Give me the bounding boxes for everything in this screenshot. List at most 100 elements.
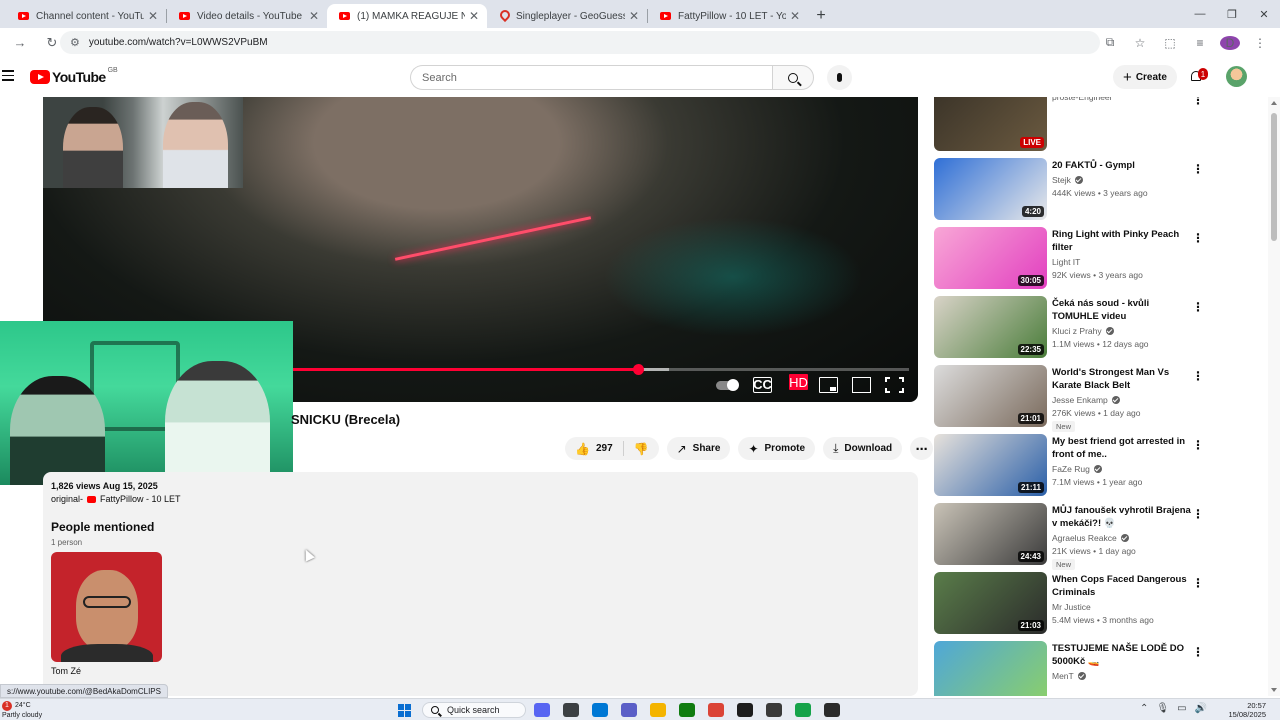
recommendation-title[interactable]: Ring Light with Pinky Peach filter: [1052, 228, 1194, 254]
recommendation-item[interactable]: 4:20 20 FAKTŮ - Gympl Stejk 444K views • 3 …: [934, 158, 1210, 227]
recommendation-title[interactable]: 20 FAKTŮ - Gympl: [1052, 159, 1194, 172]
media-control-icon[interactable]: ≡: [1190, 36, 1210, 50]
network-icon[interactable]: ▭: [1177, 703, 1186, 714]
video-thumbnail[interactable]: [934, 641, 1047, 696]
taskbar-app-icon[interactable]: [621, 703, 637, 717]
miniplayer-button[interactable]: [819, 377, 838, 393]
browser-tab[interactable]: Channel content - YouTube Stu ✕: [6, 4, 166, 28]
channel-name[interactable]: Agraelus Reakce: [1052, 533, 1194, 543]
taskbar-app-icon[interactable]: [824, 703, 840, 717]
scrubber-handle[interactable]: [632, 364, 644, 375]
channel-name[interactable]: FaZe Rug: [1052, 464, 1194, 474]
windows-start-icon[interactable]: [398, 704, 411, 717]
new-tab-button[interactable]: +: [808, 4, 834, 28]
more-options-icon[interactable]: ⋮: [1192, 231, 1204, 245]
recommendation-item[interactable]: 21:11 My best friend got arrested in fron…: [934, 434, 1210, 503]
search-button[interactable]: [772, 65, 814, 90]
taskbar-app-icon[interactable]: [795, 703, 811, 717]
taskbar-app-icon[interactable]: [679, 703, 695, 717]
profile-avatar[interactable]: D: [1220, 35, 1240, 50]
browser-menu-icon[interactable]: ⋮: [1250, 36, 1270, 50]
more-options-icon[interactable]: ⋮: [1192, 576, 1204, 590]
origin-channel-link[interactable]: FattyPillow - 10 LET: [100, 494, 181, 504]
clock[interactable]: 20:57 15/08/2025: [1222, 701, 1266, 719]
recommendation-item[interactable]: 22:35 Čeká nás soud - kvůli TOMUHLE videu…: [934, 296, 1210, 365]
share-button[interactable]: ↗ Share: [666, 437, 731, 460]
recommendation-title[interactable]: My best friend got arrested in front of …: [1052, 435, 1194, 461]
channel-name[interactable]: Stejk: [1052, 175, 1194, 185]
channel-name[interactable]: Mr Justice: [1052, 602, 1194, 612]
channel-name[interactable]: Kluci z Prahy: [1052, 326, 1194, 336]
more-options-icon[interactable]: ⋮: [1192, 162, 1204, 176]
taskbar-app-icon[interactable]: [534, 703, 550, 717]
cast-icon[interactable]: ⧉: [1100, 35, 1120, 50]
video-thumbnail[interactable]: 30:05: [934, 227, 1047, 289]
recommendation-item[interactable]: 30:05 Ring Light with Pinky Peach filter L…: [934, 227, 1210, 296]
browser-tab[interactable]: Video details - YouTube Studio ✕: [167, 4, 327, 28]
minimize-icon[interactable]: —: [1184, 0, 1216, 28]
weather-widget[interactable]: 1 24°C Partly cloudy: [2, 701, 42, 720]
recommendation-title[interactable]: TESTUJEME NAŠE LODĚ DO 5000Kč 🚤: [1052, 642, 1194, 668]
subtitles-button[interactable]: CC: [753, 377, 772, 393]
channel-name[interactable]: Light IT: [1052, 257, 1194, 267]
search-input[interactable]: Search: [410, 65, 772, 90]
fullscreen-button[interactable]: [885, 377, 904, 393]
recommendation-title[interactable]: Čeká nás soud - kvůli TOMUHLE videu: [1052, 297, 1194, 323]
taskbar-app-icon[interactable]: [708, 703, 724, 717]
taskbar-app-icon[interactable]: [650, 703, 666, 717]
video-thumbnail[interactable]: 21:01: [934, 365, 1047, 427]
person-photo[interactable]: [51, 552, 162, 662]
forward-icon[interactable]: →: [8, 35, 32, 50]
dislike-button[interactable]: 👎: [624, 437, 659, 460]
theater-mode-button[interactable]: [852, 377, 871, 393]
tab-close-icon[interactable]: ✕: [629, 9, 639, 23]
chevron-up-icon[interactable]: ⌃: [1140, 703, 1148, 714]
video-thumbnail[interactable]: 21:03: [934, 572, 1047, 634]
person-name[interactable]: Tom Zé: [51, 666, 81, 676]
extensions-icon[interactable]: ⬚: [1160, 36, 1180, 50]
close-window-icon[interactable]: ✕: [1248, 0, 1280, 28]
taskbar-app-icon[interactable]: [766, 703, 782, 717]
more-options-icon[interactable]: ⋮: [1192, 507, 1204, 521]
more-options-icon[interactable]: ⋮: [1192, 97, 1204, 107]
voice-search-button[interactable]: [827, 65, 852, 90]
recommendation-title[interactable]: MŮJ fanoušek vyhrotil Brajena v mekáči?!…: [1052, 504, 1194, 530]
recommendation-title[interactable]: When Cops Faced Dangerous Criminals: [1052, 573, 1194, 599]
volume-icon[interactable]: 🔊: [1195, 703, 1207, 714]
recommendation-item[interactable]: 24:43 MŮJ fanoušek vyhrotil Brajena v mek…: [934, 503, 1210, 572]
taskbar-app-icon[interactable]: [563, 703, 579, 717]
restore-icon[interactable]: ❐: [1216, 0, 1248, 28]
address-bar[interactable]: ⚙ youtube.com/watch?v=L0WWS2VPuBM: [60, 31, 1100, 54]
tab-close-icon[interactable]: ✕: [469, 9, 479, 23]
tab-close-icon[interactable]: ✕: [790, 9, 800, 23]
recommendation-item[interactable]: LIVE prosté-Engineer ⋮: [934, 97, 1210, 158]
video-thumbnail[interactable]: 4:20: [934, 158, 1047, 220]
autoplay-toggle[interactable]: [715, 377, 739, 393]
youtube-logo[interactable]: YouTube GB: [30, 67, 118, 85]
channel-name[interactable]: MenT: [1052, 671, 1194, 681]
menu-icon[interactable]: [2, 70, 14, 84]
account-avatar[interactable]: [1226, 66, 1247, 87]
recommendation-item[interactable]: 21:03 When Cops Faced Dangerous Criminals…: [934, 572, 1210, 641]
taskbar-app-icon[interactable]: [592, 703, 608, 717]
recommendation-title[interactable]: World's Strongest Man Vs Karate Black Be…: [1052, 366, 1194, 392]
promote-button[interactable]: ✦ Promote: [738, 437, 816, 460]
recommendation-item[interactable]: 21:01 World's Strongest Man Vs Karate Bla…: [934, 365, 1210, 434]
browser-tab[interactable]: FattyPillow - 10 LET - YouTube ✕: [648, 4, 808, 28]
page-scrollbar[interactable]: [1268, 97, 1280, 696]
channel-name[interactable]: Jesse Enkamp: [1052, 395, 1194, 405]
more-options-icon[interactable]: ⋮: [1192, 438, 1204, 452]
more-actions-icon[interactable]: ⋯: [910, 437, 934, 460]
video-thumbnail[interactable]: LIVE: [934, 97, 1047, 151]
microphone-tray-icon[interactable]: 🎙: [1156, 703, 1169, 714]
more-options-icon[interactable]: ⋮: [1192, 645, 1204, 659]
more-options-icon[interactable]: ⋮: [1192, 300, 1204, 314]
browser-tab[interactable]: Singleplayer - GeoGuessr ✕: [487, 4, 647, 28]
tab-close-icon[interactable]: ✕: [148, 9, 158, 23]
browser-tab[interactable]: (1) MAMKA REAGUJE NA FATTY ✕: [327, 4, 487, 28]
video-thumbnail[interactable]: 21:11: [934, 434, 1047, 496]
taskbar-search[interactable]: Quick search: [422, 702, 526, 718]
like-button[interactable]: 👍 297: [565, 437, 623, 460]
more-options-icon[interactable]: ⋮: [1192, 369, 1204, 383]
taskbar-app-icon[interactable]: [737, 703, 753, 717]
